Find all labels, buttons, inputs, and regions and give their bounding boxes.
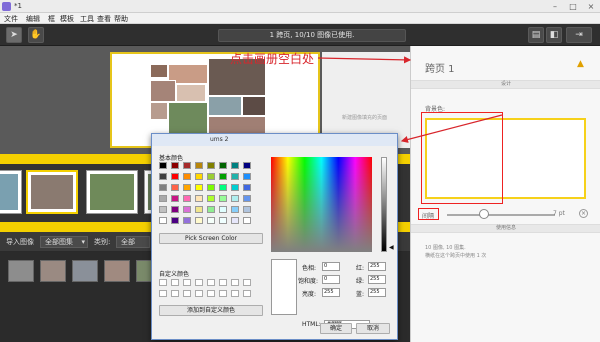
basic-color-swatch[interactable]: [159, 217, 167, 224]
custom-color-swatch[interactable]: [195, 290, 203, 297]
custom-color-swatch[interactable]: [183, 279, 191, 286]
basic-color-swatch[interactable]: [159, 195, 167, 202]
basic-color-swatch[interactable]: [195, 173, 203, 180]
basic-color-swatch[interactable]: [207, 217, 215, 224]
basic-color-swatch[interactable]: [243, 173, 251, 180]
custom-color-swatch[interactable]: [183, 290, 191, 297]
basic-color-swatch[interactable]: [219, 206, 227, 213]
basic-color-swatch[interactable]: [243, 195, 251, 202]
luminance-bar[interactable]: [381, 157, 387, 252]
custom-color-swatch[interactable]: [219, 290, 227, 297]
custom-color-swatch[interactable]: [159, 290, 167, 297]
custom-color-swatch[interactable]: [171, 279, 179, 286]
app-window: *1 – □ × 文件 编辑 框 模板 工具 查看 帮助 ➤ ✋ 1 跨页, 1…: [0, 0, 600, 342]
dialog-title-bar: ums 2: [152, 134, 397, 146]
basic-color-swatch[interactable]: [183, 162, 191, 169]
basic-color-swatch[interactable]: [219, 195, 227, 202]
basic-color-swatch[interactable]: [231, 184, 239, 191]
basic-color-swatch[interactable]: [207, 184, 215, 191]
basic-color-swatch[interactable]: [207, 195, 215, 202]
basic-color-swatch[interactable]: [171, 195, 179, 202]
ok-button[interactable]: 确定: [320, 323, 352, 334]
basic-color-swatch[interactable]: [183, 173, 191, 180]
cancel-button[interactable]: 取消: [356, 323, 390, 334]
hue-input[interactable]: 0: [322, 262, 340, 271]
custom-color-swatch[interactable]: [195, 279, 203, 286]
basic-color-swatch[interactable]: [195, 184, 203, 191]
basic-color-swatch[interactable]: [195, 217, 203, 224]
red-input[interactable]: 255: [368, 262, 386, 271]
blue-input[interactable]: 255: [368, 288, 386, 297]
basic-color-swatch[interactable]: [171, 162, 179, 169]
saturation-input[interactable]: 0: [322, 275, 340, 284]
custom-colors-label: 自定义颜色: [159, 271, 190, 278]
basic-color-swatch[interactable]: [231, 173, 239, 180]
basic-color-swatch[interactable]: [207, 173, 215, 180]
basic-color-swatch[interactable]: [219, 162, 227, 169]
dialog-title: ums 2: [210, 136, 229, 143]
color-spectrum[interactable]: [271, 157, 372, 252]
basic-color-swatch[interactable]: [159, 173, 167, 180]
custom-color-swatch[interactable]: [243, 290, 251, 297]
add-custom-color-button[interactable]: 添加到自定义颜色: [159, 305, 263, 316]
basic-color-swatch[interactable]: [171, 217, 179, 224]
value-label: 亮度:: [302, 291, 317, 298]
annotation-arrow-line: [400, 114, 503, 143]
basic-color-swatch[interactable]: [219, 217, 227, 224]
custom-color-swatch[interactable]: [231, 290, 239, 297]
basic-color-swatch[interactable]: [207, 206, 215, 213]
green-label: 绿:: [356, 278, 365, 285]
red-label: 红:: [356, 265, 365, 272]
basic-color-swatch[interactable]: [243, 162, 251, 169]
basic-color-swatch[interactable]: [159, 162, 167, 169]
custom-color-swatch[interactable]: [171, 290, 179, 297]
html-label: HTML:: [302, 321, 321, 328]
basic-color-swatch[interactable]: [195, 206, 203, 213]
green-input[interactable]: 255: [368, 275, 386, 284]
custom-color-swatch[interactable]: [207, 279, 215, 286]
basic-color-swatch[interactable]: [195, 195, 203, 202]
hue-label: 色相:: [302, 265, 317, 272]
annotation-arrow-line: [317, 56, 412, 64]
basic-color-swatch[interactable]: [231, 217, 239, 224]
basic-color-swatch[interactable]: [243, 206, 251, 213]
custom-color-swatch[interactable]: [231, 279, 239, 286]
custom-color-swatch[interactable]: [219, 279, 227, 286]
basic-color-swatch[interactable]: [195, 162, 203, 169]
basic-color-swatch[interactable]: [243, 217, 251, 224]
basic-color-swatch[interactable]: [219, 173, 227, 180]
basic-color-swatch[interactable]: [159, 184, 167, 191]
custom-color-swatch[interactable]: [207, 290, 215, 297]
basic-color-swatch[interactable]: [183, 184, 191, 191]
color-picker-dialog: ums 2 基本颜色 Pick Screen Color 自定义颜色 添加到自定…: [151, 133, 398, 340]
basic-color-swatch[interactable]: [171, 206, 179, 213]
custom-color-swatch[interactable]: [159, 279, 167, 286]
basic-color-swatch[interactable]: [207, 162, 215, 169]
value-input[interactable]: 255: [322, 288, 340, 297]
basic-colors-label: 基本颜色: [159, 155, 184, 162]
luminance-pointer-icon[interactable]: ◀: [389, 244, 394, 251]
basic-color-swatch[interactable]: [243, 184, 251, 191]
basic-color-swatch[interactable]: [231, 206, 239, 213]
pick-screen-color-button[interactable]: Pick Screen Color: [159, 233, 263, 244]
basic-color-swatch[interactable]: [183, 195, 191, 202]
blue-label: 蓝:: [356, 291, 365, 298]
custom-color-swatch[interactable]: [243, 279, 251, 286]
saturation-label: 饱和度:: [298, 278, 319, 285]
basic-color-swatch[interactable]: [183, 217, 191, 224]
basic-color-swatch[interactable]: [171, 173, 179, 180]
color-preview: [271, 259, 297, 315]
basic-color-swatch[interactable]: [159, 206, 167, 213]
basic-color-swatch[interactable]: [219, 184, 227, 191]
basic-color-swatch[interactable]: [231, 162, 239, 169]
basic-color-swatch[interactable]: [231, 195, 239, 202]
basic-color-swatch[interactable]: [183, 206, 191, 213]
basic-color-swatch[interactable]: [171, 184, 179, 191]
